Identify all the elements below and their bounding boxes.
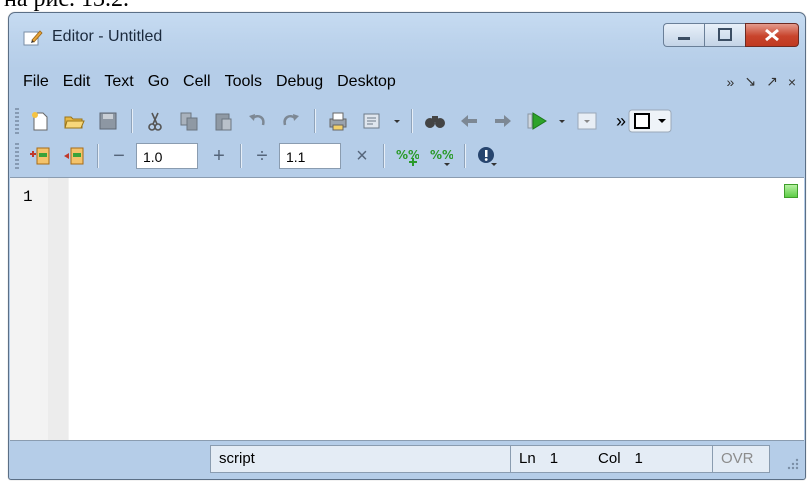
status-cursor-position: Ln 1 Col 1 (510, 445, 712, 473)
toolbar-separator (240, 144, 241, 168)
undock-icon[interactable]: ↗ (766, 73, 778, 90)
resize-grip-icon[interactable] (786, 457, 800, 471)
toolbar-separator (314, 109, 315, 133)
open-folder-icon[interactable] (59, 107, 89, 135)
toolbar-separator (464, 144, 465, 168)
code-editor[interactable]: 1 (10, 177, 804, 441)
publish-icon[interactable] (357, 107, 387, 135)
divide-button[interactable]: ÷ (249, 145, 275, 168)
menu-go[interactable]: Go (148, 73, 169, 91)
svg-text:%%: %% (430, 148, 453, 162)
dock-layout-button[interactable] (626, 107, 674, 135)
menu-bar: File Edit Text Go Cell Tools Debug Deskt… (10, 67, 804, 97)
save-icon[interactable] (93, 107, 123, 135)
decrement-value-field[interactable]: 1.0 (136, 143, 198, 169)
overwrite-indicator: OVR (712, 445, 770, 473)
menu-overflow-icon[interactable]: » (727, 74, 735, 90)
copy-icon[interactable] (174, 107, 204, 135)
forward-arrow-icon[interactable] (488, 107, 518, 135)
cut-icon[interactable] (140, 107, 170, 135)
ln-value: 1 (549, 450, 559, 467)
ln-label: Ln (519, 450, 536, 467)
menu-debug[interactable]: Debug (276, 73, 323, 91)
svg-text:%%: %% (396, 148, 419, 162)
title-bar[interactable]: Editor - Untitled (9, 13, 805, 61)
menu-tools[interactable]: Tools (225, 73, 262, 91)
window-title: Editor - Untitled (52, 28, 163, 45)
toolbar-overflow-icon[interactable]: » (616, 111, 626, 132)
editor-app-icon (23, 29, 43, 47)
menu-cell[interactable]: Cell (183, 73, 211, 91)
close-button[interactable] (745, 23, 799, 47)
back-arrow-icon[interactable] (454, 107, 484, 135)
close-editor-icon[interactable]: × (788, 74, 796, 90)
find-icon[interactable] (420, 107, 450, 135)
breakpoint-strip[interactable] (48, 178, 68, 440)
menu-desktop[interactable]: Desktop (337, 73, 396, 91)
menu-text[interactable]: Text (104, 73, 133, 91)
toolbar-separator (383, 144, 384, 168)
cell-layout-icon[interactable] (59, 142, 89, 170)
comment-remove-icon[interactable]: %% (426, 142, 456, 170)
toolbar-separator (131, 109, 132, 133)
toolbar-grip[interactable] (15, 108, 19, 134)
status-bar: script Ln 1 Col 1 OVR (10, 441, 804, 477)
paste-icon[interactable] (208, 107, 238, 135)
status-file-type: script (210, 445, 510, 473)
new-file-icon[interactable] (25, 107, 55, 135)
breakpoint-dropdown-icon[interactable] (572, 107, 602, 135)
multiply-button[interactable]: × (349, 145, 375, 168)
undo-icon[interactable] (242, 107, 272, 135)
insert-cell-icon[interactable] (25, 142, 55, 170)
toolbar-separator (97, 144, 98, 168)
increment-button[interactable]: + (206, 145, 232, 168)
run-icon[interactable] (522, 107, 552, 135)
col-label: Col (598, 450, 621, 467)
decrement-button[interactable]: − (106, 145, 132, 168)
toolbar-separator (411, 109, 412, 133)
print-icon[interactable] (323, 107, 353, 135)
status-message-area (10, 445, 210, 473)
cell-toolbar: − 1.0 + ÷ 1.1 × %% %% (10, 138, 804, 174)
editor-window: Editor - Untitled File Edit Text Go Cell… (8, 12, 806, 480)
maximize-button[interactable] (704, 23, 745, 47)
help-info-icon[interactable] (473, 142, 503, 170)
line-number-gutter: 1 (10, 178, 69, 440)
code-analyzer-indicator-icon[interactable] (784, 184, 798, 198)
main-toolbar: » (10, 103, 804, 139)
scale-value-field[interactable]: 1.1 (279, 143, 341, 169)
minimize-button[interactable] (663, 23, 704, 47)
menu-file[interactable]: File (23, 73, 49, 91)
menu-edit[interactable]: Edit (63, 73, 91, 91)
dock-icon[interactable]: ↘ (744, 73, 756, 90)
document-caption: на рис. 13.2. (4, 0, 129, 11)
redo-icon[interactable] (276, 107, 306, 135)
toolbar-grip[interactable] (15, 143, 19, 169)
col-value: 1 (634, 450, 643, 467)
publish-dropdown-icon[interactable] (391, 107, 403, 135)
line-number: 1 (23, 188, 33, 206)
run-dropdown-icon[interactable] (556, 107, 568, 135)
comment-add-icon[interactable]: %% (392, 142, 422, 170)
